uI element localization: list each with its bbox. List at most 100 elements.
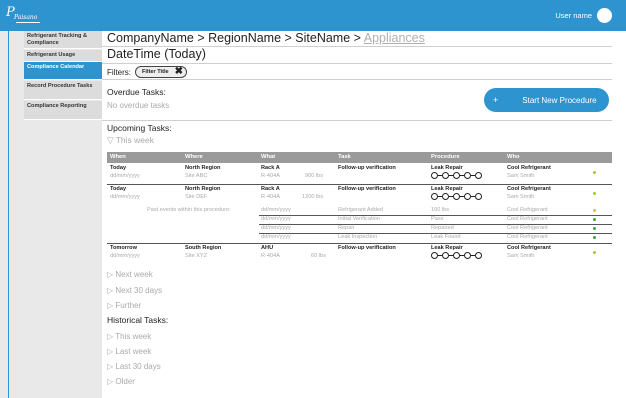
- breadcrumb-current[interactable]: Appliances: [364, 31, 425, 45]
- row-person: Sam Smith: [507, 253, 535, 259]
- row-task: Follow-up verification: [338, 165, 396, 171]
- status-dot: [593, 209, 596, 212]
- filter-chip[interactable]: Filter Title ✖: [135, 66, 188, 78]
- row-refrigerant: R-404A: [261, 173, 280, 179]
- divider: [102, 63, 612, 64]
- procedure-progress: [431, 252, 482, 259]
- historical-title: Historical Tasks:: [107, 315, 169, 325]
- row-who: Cool Refrigerant: [507, 165, 551, 171]
- sidebar-item-label: Compliance Calendar: [27, 64, 85, 70]
- further-toggle[interactable]: ▷ Further: [107, 301, 141, 310]
- row-procedure: Leak Repair: [431, 165, 463, 171]
- row-procedure: Leak Repair: [431, 186, 463, 192]
- table-row[interactable]: Tomorrow dd/mm/yyyy South Region Site XY…: [107, 245, 612, 265]
- row-divider: [107, 243, 612, 244]
- row-task: Follow-up verification: [338, 186, 396, 192]
- filters-label: Filters:: [107, 67, 131, 77]
- past-event-name: Leak Inspection: [338, 234, 378, 240]
- company-logo[interactable]: P Paisano: [6, 5, 46, 27]
- row-task: Follow-up verification: [338, 245, 396, 251]
- sidebar-item-refrigerant-usage[interactable]: Refrigerant Usage: [24, 50, 102, 62]
- row-what: Rack A: [261, 186, 280, 192]
- column-header-task[interactable]: Task: [338, 154, 351, 160]
- past-event-name: Repair: [338, 225, 355, 231]
- row-who: Cool Refrigerant: [507, 186, 551, 192]
- historical-this-week-toggle[interactable]: ▷ This week: [107, 332, 151, 341]
- column-header-what[interactable]: What: [261, 154, 275, 160]
- column-header-when[interactable]: When: [110, 154, 126, 160]
- page-title: DateTime (Today): [107, 47, 206, 61]
- sidebar-item-compliance-reporting[interactable]: Compliance Reporting: [24, 101, 102, 120]
- row-person: Sam Smith: [507, 194, 535, 200]
- logo-wordmark: Paisano: [14, 14, 38, 21]
- row-refrigerant: R-404A: [261, 194, 280, 200]
- row-what: AHU: [261, 245, 274, 251]
- row-what: Rack A: [261, 165, 280, 171]
- sidebar-item-record-procedure-tasks[interactable]: Record Procedure Tasks: [24, 81, 102, 100]
- breadcrumb: CompanyName > RegionName > SiteName > Ap…: [107, 31, 425, 45]
- sidebar: Refrigerant Tracking & Compliance Refrig…: [0, 31, 102, 398]
- close-icon[interactable]: ✖: [175, 67, 183, 77]
- past-event-result: Leak Found: [431, 234, 461, 240]
- row-date: dd/mm/yyyy: [110, 194, 140, 200]
- table-row[interactable]: Today dd/mm/yyyy North Region Site ABC R…: [107, 165, 612, 185]
- start-new-procedure-button[interactable]: + Start New Procedure: [484, 88, 609, 112]
- row-divider: [107, 184, 612, 185]
- sidebar-item-compliance-calendar[interactable]: Compliance Calendar: [24, 62, 102, 80]
- row-where: North Region: [185, 165, 221, 171]
- historical-last-30-days-toggle[interactable]: ▷ Last 30 days: [107, 362, 161, 371]
- main-content: CompanyName > RegionName > SiteName > Ap…: [102, 31, 626, 398]
- next-week-toggle[interactable]: ▷ Next week: [107, 270, 153, 279]
- row-refrigerant: R-404A: [261, 253, 280, 259]
- overdue-empty-message: No overdue tasks: [107, 101, 170, 110]
- table-header: When Where What Task Procedure Who: [107, 152, 612, 163]
- start-new-procedure-label: Start New Procedure: [522, 95, 597, 105]
- historical-older-toggle[interactable]: ▷ Older: [107, 377, 135, 386]
- status-dot: [593, 218, 596, 221]
- filter-chip-label: Filter Title: [142, 69, 169, 75]
- status-dot: [593, 251, 596, 254]
- past-event-date: dd/mm/yyyy: [261, 207, 291, 213]
- row-amount: 900 lbs: [305, 173, 324, 179]
- sidebar-item-label: Refrigerant Tracking & Compliance: [27, 33, 87, 46]
- user-name[interactable]: User name: [555, 11, 592, 20]
- column-header-where[interactable]: Where: [185, 154, 203, 160]
- past-event-date: dd/mm/yyyy: [261, 234, 291, 240]
- row-site: Site XYZ: [185, 253, 208, 259]
- column-header-who[interactable]: Who: [507, 154, 520, 160]
- top-bar: P Paisano User name: [0, 0, 626, 31]
- divider: [102, 79, 612, 80]
- row-who: Cool Refrigerant: [507, 245, 551, 251]
- plus-icon: +: [493, 95, 499, 105]
- breadcrumb-path[interactable]: CompanyName > RegionName > SiteName >: [107, 31, 364, 45]
- past-event-name: Refrigerant Added: [338, 207, 384, 213]
- procedure-progress: [431, 193, 482, 200]
- sidebar-item-label: Record Procedure Tasks: [27, 83, 93, 89]
- avatar[interactable]: [597, 8, 612, 23]
- row-site: Site DEF: [185, 194, 208, 200]
- next-30-days-toggle[interactable]: ▷ Next 30 days: [107, 286, 162, 295]
- historical-last-week-toggle[interactable]: ▷ Last week: [107, 347, 151, 356]
- row-site: Site ABC: [185, 173, 208, 179]
- divider: [102, 120, 612, 121]
- status-dot: [593, 227, 596, 230]
- this-week-toggle[interactable]: ▽ This week: [107, 135, 154, 146]
- past-event-who: Cool Refrigerant: [507, 225, 548, 231]
- row-when: Tomorrow: [110, 245, 137, 251]
- sidebar-item-label: Compliance Reporting: [27, 103, 87, 109]
- row-date: dd/mm/yyyy: [110, 253, 140, 259]
- column-header-procedure[interactable]: Procedure: [431, 154, 460, 160]
- sidebar-edge-line: [8, 31, 9, 398]
- row-when: Today: [110, 165, 127, 171]
- row-person: Sam Smith: [507, 173, 535, 179]
- past-event-result: Pass: [431, 216, 444, 222]
- row-amount: 1200 lbs: [302, 194, 324, 200]
- logo-underline: [16, 22, 40, 23]
- past-event-name: Initial Verification: [338, 216, 380, 222]
- filters-row: Filters: Filter Title ✖: [107, 66, 188, 78]
- past-event-row[interactable]: dd/mm/yyyy Leak Inspection Leak Found Co…: [107, 234, 612, 243]
- status-dot: [593, 171, 596, 174]
- table-row[interactable]: Today dd/mm/yyyy North Region Site DEF R…: [107, 186, 612, 206]
- sidebar-item-refrigerant-tracking[interactable]: Refrigerant Tracking & Compliance: [24, 31, 102, 49]
- overdue-title: Overdue Tasks:: [107, 87, 166, 97]
